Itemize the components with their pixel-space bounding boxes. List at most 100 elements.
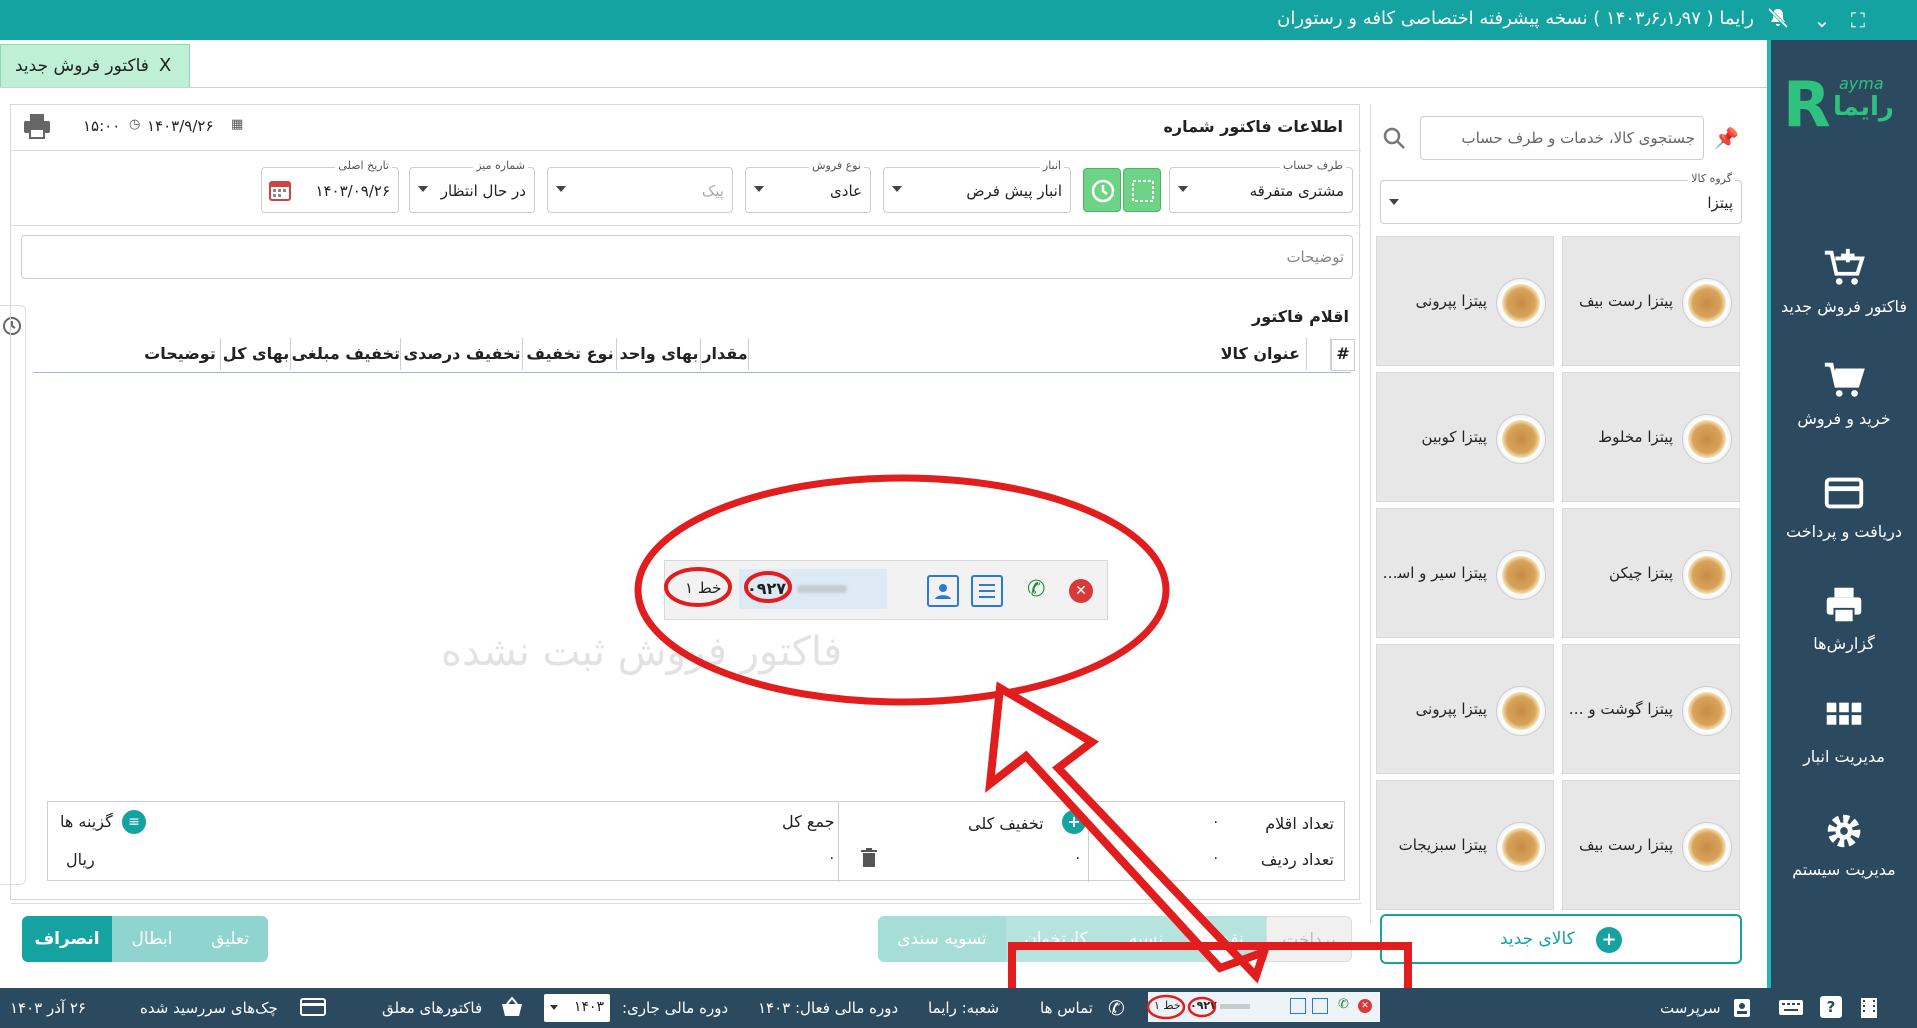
- pin-icon[interactable]: 📌: [1714, 126, 1739, 150]
- sidebar-item-label: دریافت و پرداخت: [1786, 522, 1902, 541]
- column-separator: [700, 338, 701, 370]
- product-tile[interactable]: پیتزا سیر و استیک: [1376, 508, 1554, 638]
- close-icon[interactable]: X: [159, 55, 171, 76]
- sidebar-item-new-sale-invoice[interactable]: فاکتور فروش جدید: [1771, 245, 1917, 345]
- help-icon[interactable]: ?: [1820, 996, 1842, 1018]
- chevron-down-icon: [550, 1005, 558, 1010]
- list-icon[interactable]: [971, 575, 1003, 607]
- sidebar-item-warehouse[interactable]: مدیریت انبار: [1771, 695, 1917, 795]
- new-product-button[interactable]: + کالای جدید: [1380, 914, 1742, 964]
- clock-icon: ◷: [129, 117, 141, 132]
- product-tile[interactable]: پیتزا رست بیف: [1562, 780, 1740, 910]
- line-label: خط ۱: [685, 579, 722, 597]
- chevron-down-icon: [754, 186, 764, 192]
- original-date-field[interactable]: تاریخ اصلی ۱۴۰۳/۰۹/۲۶: [261, 159, 399, 213]
- film-icon[interactable]: [1858, 997, 1880, 1023]
- trash-icon[interactable]: [860, 848, 878, 872]
- sidebar-item-label: فاکتور فروش جدید: [1780, 297, 1907, 316]
- reject-call-icon[interactable]: ✕: [1069, 579, 1093, 603]
- bell-off-icon[interactable]: [1764, 6, 1792, 34]
- column-header-discount-type: نوع تخفیف: [526, 344, 614, 363]
- table-number-select[interactable]: شماره میز در حال انتظار: [409, 159, 535, 213]
- pay-button[interactable]: پرداخت: [1266, 916, 1352, 962]
- column-separator: [1306, 338, 1307, 370]
- due-cheques-link[interactable]: چک‌های سررسید شده: [140, 999, 278, 1017]
- product-tile[interactable]: پیتزا پپرونی: [1376, 644, 1554, 774]
- blurred-number: [797, 585, 847, 593]
- chevron-down-icon[interactable]: ⌄: [1808, 6, 1836, 34]
- column-header-percent-discount: تخفیف درصدی: [403, 344, 521, 363]
- suspended-invoices-link[interactable]: فاکتورهای معلق: [382, 999, 482, 1017]
- credit-card-icon: [1824, 477, 1864, 509]
- chevron-down-icon: [1178, 186, 1188, 192]
- product-group-select[interactable]: گروه کالا پیتزا: [1380, 172, 1742, 224]
- product-tile[interactable]: پیتزا سبزیجات: [1376, 780, 1554, 910]
- sidebar: R ayma رایما فاکتور فروش جدید خرید و فرو…: [1767, 40, 1917, 988]
- basket-icon: [500, 996, 524, 1022]
- fullscreen-icon[interactable]: ⛶: [1844, 6, 1872, 34]
- card-icon: [300, 997, 326, 1021]
- print-icon[interactable]: [21, 111, 53, 141]
- product-tile[interactable]: پیتزا چیکن: [1562, 508, 1740, 638]
- current-period-select[interactable]: ۱۴۰۳: [544, 994, 610, 1022]
- column-header-amount-discount: تخفیف مبلغی: [291, 344, 400, 363]
- calendar-icon[interactable]: [268, 178, 292, 202]
- sidebar-item-reports[interactable]: گزارش‌ها: [1771, 582, 1917, 682]
- status-date: ۲۶ آذر ۱۴۰۳: [10, 999, 86, 1017]
- column-separator: [748, 338, 749, 370]
- summary-divider-1: [1088, 802, 1089, 882]
- card-reader-button[interactable]: کارتخوان: [1006, 916, 1106, 962]
- keyboard-icon[interactable]: [1778, 997, 1804, 1021]
- sidebar-item-receive-pay[interactable]: دریافت و پرداخت: [1771, 470, 1917, 570]
- cart-icon: [1824, 362, 1865, 397]
- product-tile[interactable]: پیتزا پپرونی: [1376, 236, 1554, 366]
- sale-type-select[interactable]: نوع فروش عادی: [745, 159, 871, 213]
- cash-button[interactable]: نقدی: [1186, 916, 1266, 962]
- sidebar-item-buy-sell[interactable]: خرید و فروش: [1771, 357, 1917, 457]
- contacts-link[interactable]: تماس ها: [1040, 999, 1093, 1017]
- options-icon[interactable]: ≡: [122, 810, 146, 834]
- status-bar: ? سرپرست خط ۱ ۰۹۲۷ ✆ ✕ ✆ تماس ها شعبه: ر…: [0, 988, 1917, 1028]
- select-area-button[interactable]: [1123, 168, 1161, 212]
- invoice-form: ۱۵:۰۰ ◷ ۱۴۰۳/۹/۲۶ ▦ ۰ اطلاعات فاکتور شما…: [10, 104, 1361, 904]
- cancel-button[interactable]: انصراف: [22, 916, 112, 962]
- tab-new-sale-invoice[interactable]: فاکتور فروش جدید X: [0, 44, 190, 87]
- options-label[interactable]: گزینه ها: [60, 812, 113, 831]
- notes-input[interactable]: توضیحات: [21, 235, 1353, 279]
- sidebar-item-label: خرید و فروش: [1797, 409, 1891, 428]
- column-header-unit-price: بهای واحد: [619, 344, 699, 363]
- product-tile[interactable]: پیتزا رست بیف: [1562, 236, 1740, 366]
- pizza-image: [1497, 687, 1545, 735]
- credit-button[interactable]: نسیه: [1106, 916, 1186, 962]
- pizza-image: [1683, 415, 1731, 463]
- sidebar-item-label: مدیریت انبار: [1803, 747, 1885, 766]
- pizza-image: [1683, 279, 1731, 327]
- plus-icon: +: [1596, 927, 1622, 953]
- app-logo: R ayma رایما: [1783, 68, 1894, 141]
- column-separator: [522, 338, 523, 370]
- history-button[interactable]: [1083, 168, 1121, 212]
- product-tile[interactable]: پیتزا کوبین: [1376, 372, 1554, 502]
- search-icon[interactable]: [1382, 126, 1406, 154]
- settle-button[interactable]: تسویه سندی: [878, 916, 1006, 962]
- summary-box: تعداد اقلام ۰ تعداد ردیف ۰ + تخفیف کلی ۰…: [47, 801, 1345, 882]
- column-separator: [400, 338, 401, 370]
- suspend-button[interactable]: تعلیق: [192, 916, 268, 962]
- total-value: ۰: [828, 850, 836, 866]
- add-discount-icon[interactable]: +: [1062, 810, 1086, 834]
- product-search-input[interactable]: جستجوی کالا، خدمات و طرف حساب: [1420, 116, 1704, 160]
- caller-number-box: ۰۹۲۷: [739, 569, 887, 609]
- product-tile[interactable]: پیتزا گوشت و قارچ: [1562, 644, 1740, 774]
- warehouse-select[interactable]: انبار انبار پیش فرض: [883, 159, 1071, 213]
- account-select[interactable]: طرف حساب مشتری متفرقه: [1169, 159, 1353, 213]
- sidebar-item-system-settings[interactable]: مدیریت سیستم: [1771, 808, 1917, 908]
- courier-select[interactable]: پیک: [547, 167, 733, 213]
- discount-value: ۰: [1074, 850, 1082, 866]
- product-tile[interactable]: پیتزا مخلوط: [1562, 372, 1740, 502]
- column-header-total-price: بهای کل: [222, 344, 290, 363]
- contact-card-icon[interactable]: [927, 575, 959, 607]
- answer-call-icon[interactable]: ✆: [1027, 577, 1045, 602]
- void-button[interactable]: ابطال: [112, 916, 192, 962]
- tab-divider: [0, 87, 1767, 88]
- row-count-label: تعداد ردیف: [1260, 850, 1334, 869]
